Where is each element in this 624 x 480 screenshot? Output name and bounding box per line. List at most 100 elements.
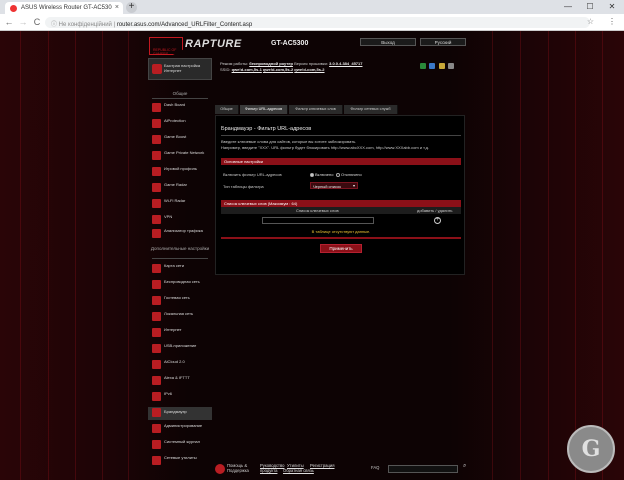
col-keyword: Список ключевых слов [296, 208, 339, 213]
ssid-3[interactable]: qwe!d-com,5s-2 [294, 67, 324, 72]
sidebar-item-alexa[interactable]: Alexa & IFTTT [152, 375, 212, 387]
sidebar-item-firewall[interactable]: Брандмауэр [148, 407, 212, 420]
divider [152, 258, 208, 259]
download-link[interactable]: продукта [260, 468, 277, 474]
reload-button[interactable]: C [31, 17, 43, 27]
rog-logo: REPUBLIC OF GAMERS [149, 37, 183, 55]
url-input[interactable]: ⓘ Не конфіденційний | router.asus.com/Ad… [45, 17, 590, 28]
section-title-general: Общие [172, 91, 188, 96]
table-header: Список ключевых слов добавить / удалить [221, 207, 461, 214]
sidebar-item-wifi-radar[interactable]: Wi-Fi Radar [152, 198, 212, 210]
sidebar-item-network-tools[interactable]: Сетевые утилиты [152, 455, 212, 467]
router-page: REPUBLIC OF GAMERS RAPTURE GT-AC5300 Вых… [0, 31, 624, 480]
apply-button[interactable]: Применить [320, 244, 362, 253]
shield-icon [152, 119, 161, 128]
globe-icon [152, 328, 161, 337]
router-header: REPUBLIC OF GAMERS RAPTURE GT-AC5300 Вых… [145, 31, 475, 61]
gear-icon[interactable] [448, 63, 455, 69]
guest-icon [152, 296, 161, 305]
log-icon [152, 440, 161, 449]
tab-general[interactable]: Общие [215, 105, 239, 114]
url-separator: | [113, 22, 116, 28]
faq-search-input[interactable] [388, 465, 458, 473]
new-tab-button[interactable]: + [126, 2, 137, 13]
tab-url-filter[interactable]: Фильтр URL-адресов [240, 105, 288, 114]
window-close-button[interactable]: ✕ [601, 0, 623, 14]
operation-mode-link[interactable]: беспроводной роутер [249, 61, 293, 66]
status-icons [420, 63, 465, 69]
back-button[interactable]: ← [3, 17, 15, 27]
keyword-list-header: Список ключевых слов (Максимум : 64) [221, 200, 461, 207]
model-name: GT-AC5300 [271, 40, 309, 47]
sidebar-item-game-radar[interactable]: Game Radar [152, 182, 212, 194]
sidebar-item-aiprotection[interactable]: AiProtection [152, 118, 212, 130]
sidebar-item-guest-network[interactable]: Гостевая сеть [152, 295, 212, 307]
map-icon [152, 264, 161, 273]
gamepad-icon [152, 167, 161, 176]
help-icon [215, 464, 225, 474]
tab-bar: Общие Фильтр URL-адресов Фильтр ключевых… [215, 105, 465, 114]
url-text: router.asus.com/Advanced_URLFilter_Conte… [116, 22, 253, 28]
enable-off-radio[interactable]: Отключено [336, 172, 362, 177]
sidebar-item-aicloud[interactable]: AiCloud 2.0 [152, 359, 212, 371]
boost-icon [152, 135, 161, 144]
sidebar-item-dashboard[interactable]: Dash Board [152, 102, 212, 114]
quick-internet-setup[interactable]: Быстрая настройка Интернет [148, 58, 212, 80]
browser-menu-icon[interactable]: ⋮ [608, 17, 616, 26]
sidebar-item-wireless[interactable]: Беспроводная сеть [152, 279, 212, 291]
usb-icon [152, 344, 161, 353]
globe-icon[interactable] [420, 63, 426, 69]
firewall-icon [152, 408, 161, 417]
sidebar-item-wan[interactable]: Интернет [152, 327, 212, 339]
faq-label: FAQ [371, 465, 380, 470]
ssid-1[interactable]: qwe!d-com,5s-1 [232, 67, 262, 72]
minimize-button[interactable]: — [557, 0, 579, 14]
ipv6-icon [152, 392, 161, 401]
asus-favicon-icon [10, 5, 17, 12]
system-info: Режим работы: беспроводной роутер Версия… [220, 61, 363, 72]
tab-service-filter[interactable]: Фильтр сетевых служб [344, 105, 398, 114]
forward-button[interactable]: → [17, 17, 29, 27]
help-support-label: Помощь & Поддержка [227, 463, 249, 473]
filter-type-select[interactable]: Черный список ▾ [310, 182, 358, 189]
sidebar-item-syslog[interactable]: Системный журнал [152, 439, 212, 451]
basic-settings-header: Основные настройки [221, 158, 461, 165]
usb-icon[interactable] [429, 63, 436, 69]
radar-icon [152, 183, 161, 192]
empty-table-message: В таблице отсутствуют данные. [311, 229, 371, 234]
enable-on-radio[interactable]: Включено [310, 172, 333, 177]
add-keyword-button[interactable]: + [434, 217, 441, 224]
chart-icon [152, 229, 161, 238]
tab-keyword-filter[interactable]: Фильтр ключевых слов [289, 105, 343, 114]
wifi-icon[interactable] [438, 63, 445, 69]
wifi-icon [152, 199, 161, 208]
security-indicator[interactable]: ⓘ Не конфіденційний [51, 22, 112, 28]
sidebar-item-game-profile[interactable]: Игровой профиль [152, 166, 212, 178]
search-icon[interactable]: ⌕ [463, 463, 466, 468]
sidebar-item-game-boost[interactable]: Game Boost [152, 134, 212, 146]
tab-close-icon[interactable]: × [115, 4, 119, 11]
tab-title: ASUS Wireless Router GT-AC530 [21, 5, 112, 11]
bookmark-star-icon[interactable]: ☆ [587, 17, 594, 26]
sidebar-item-vpn[interactable]: VPN [152, 214, 212, 226]
feedback-link[interactable]: Обратная связь [283, 468, 314, 474]
keyword-input[interactable] [262, 217, 374, 224]
tools-icon [152, 456, 161, 465]
firmware-version-link[interactable]: 3.0.0.4.384_45717 [329, 61, 362, 66]
enable-filter-label: Включить фильтр URL-адресов [223, 172, 282, 177]
maximize-button[interactable]: ☐ [579, 0, 601, 14]
sidebar-item-ipv6[interactable]: IPv6 [152, 391, 212, 403]
footer: Помощь & Поддержка Руководство Утилиты Р… [215, 463, 470, 477]
qis-label: Быстрая настройка Интернет [164, 63, 201, 73]
ssid-2[interactable]: qwe!d-com,5s-2 [263, 67, 293, 72]
sidebar-item-network-map[interactable]: Карта сети [152, 263, 212, 275]
sidebar-item-administration[interactable]: Администрирование [152, 423, 212, 435]
logout-button[interactable]: Выход [360, 38, 416, 46]
browser-tab[interactable]: ASUS Wireless Router GT-AC530 × [5, 2, 123, 14]
url-filter-panel: Брандмауэр - Фильтр URL-адресов Введите … [215, 115, 465, 275]
sidebar-item-usb[interactable]: USB-приложение [152, 343, 212, 355]
sidebar-item-traffic-analyzer[interactable]: Анализатор трафика [152, 228, 212, 244]
sidebar-item-lan[interactable]: Локальная сеть [152, 311, 212, 323]
sidebar-item-gpn[interactable]: Game Private Network [152, 150, 212, 162]
language-select[interactable]: Русский [420, 38, 466, 46]
